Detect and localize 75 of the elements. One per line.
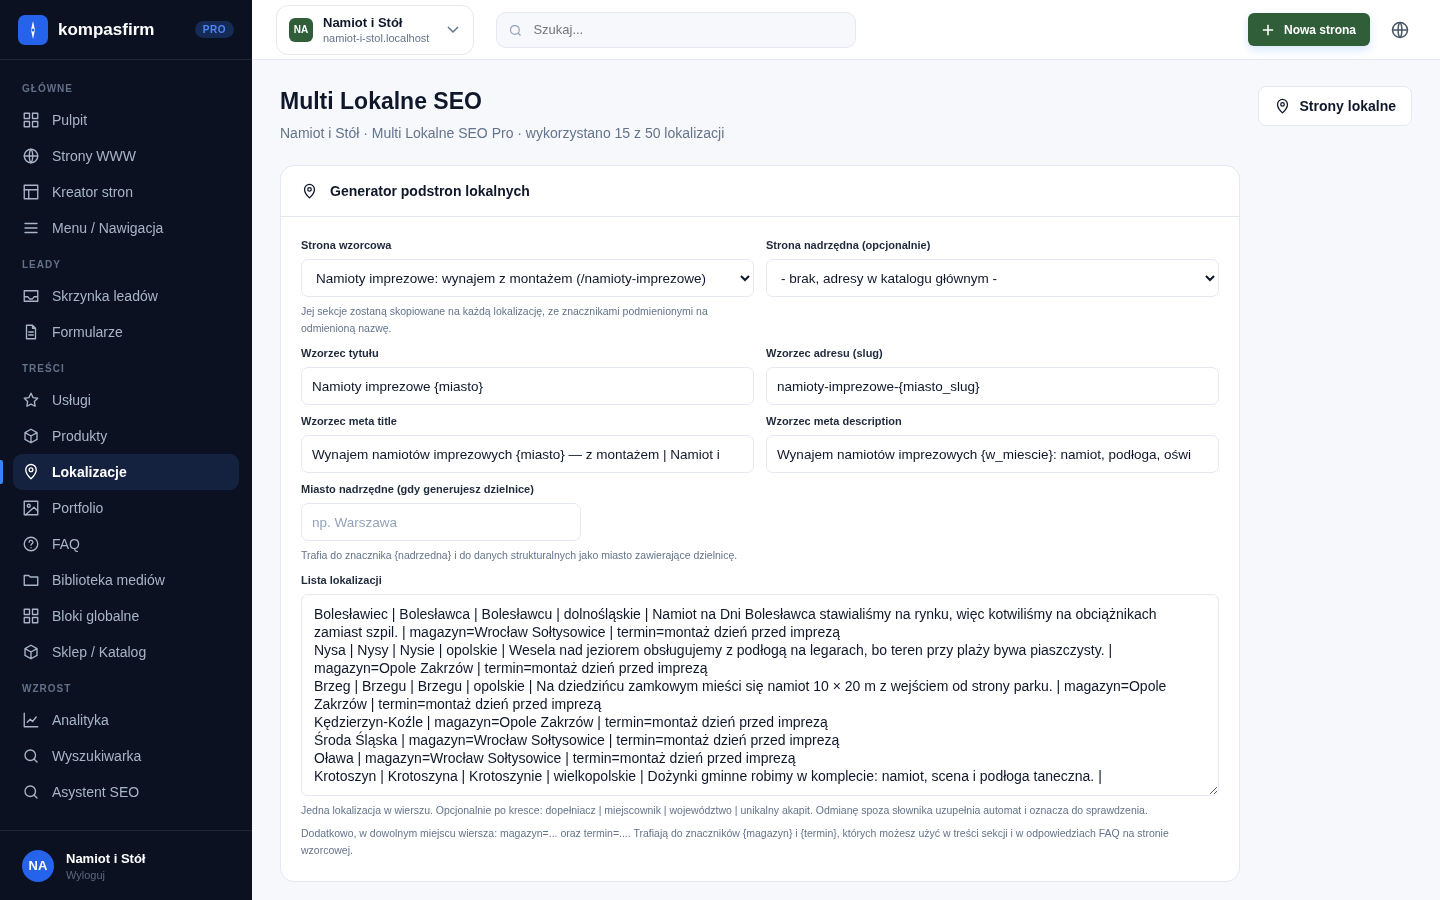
help-icon xyxy=(22,535,40,553)
plus-icon xyxy=(1262,23,1274,36)
compass-logo-icon xyxy=(18,14,48,45)
field-label: Wzorzec adresu (slug) xyxy=(766,347,884,359)
image-icon xyxy=(22,499,40,517)
help-text: Jedna lokalizacja w wierszu. Opcjonalnie po kresce: dopełniacz | miejscownik | województwo | unikalny akapit. Odmianę spoza słownika uzupełnia automat i oznacza do sprawdzenia. xyxy=(301,803,1149,818)
site-domain: namiot-i-stol.localhost xyxy=(323,32,430,44)
user-avatar: NA xyxy=(22,849,54,882)
sidebar-item[interactable]: Biblioteka mediów xyxy=(13,562,239,598)
chart-icon xyxy=(22,711,40,729)
sidebar-item[interactable]: Usługi xyxy=(13,382,239,418)
card-title: Generator podstron lokalnych xyxy=(330,183,530,199)
grid-icon xyxy=(22,111,40,129)
sidebar-item[interactable]: Wyszukiwarka xyxy=(13,738,239,774)
search-field[interactable]: Szukaj... xyxy=(496,11,857,48)
input-field[interactable]: np. Warszawa xyxy=(301,503,581,541)
field-label: Strona nadrzędna (opcjonalnie) xyxy=(766,239,932,251)
inbox-icon xyxy=(22,287,40,305)
sidebar-item[interactable]: Kreator stron xyxy=(13,174,239,210)
sidebar-item[interactable]: Analityka xyxy=(13,702,239,738)
sidebar-item[interactable]: Menu / Nawigacja xyxy=(13,210,239,246)
grid-icon xyxy=(22,607,40,625)
sidebar-item[interactable]: FAQ xyxy=(13,526,239,562)
help-text: Trafia do znacznika {nadrzedna} i do danych strukturalnych jako miasto zawierające dzielnicę. xyxy=(301,548,739,563)
local-pages-button[interactable]: Strony lokalne xyxy=(1257,86,1412,126)
search-icon xyxy=(22,747,40,765)
input-field[interactable]: Namioty imprezowe {miasto} xyxy=(301,367,754,405)
field-label: Wzorzec meta description xyxy=(766,415,903,427)
section-heading: WZROST xyxy=(21,682,73,696)
search-icon xyxy=(22,783,40,801)
site-name: Namiot i Stół xyxy=(323,15,404,30)
sidebar-item[interactable]: Lokalizacje xyxy=(13,454,239,490)
star-icon xyxy=(22,391,40,409)
help-text: Jej sekcje zostaną skopiowane na każdą lokalizację, ze znacznikami podmienionymi na odmienioną nazwę. xyxy=(301,304,709,336)
layout-icon xyxy=(22,183,40,201)
site-avatar: NA xyxy=(289,17,313,42)
sidebar-item[interactable]: Formularze xyxy=(13,314,239,350)
location-pin-icon xyxy=(301,182,318,200)
sidebar-item[interactable]: Strony WWW xyxy=(13,138,239,174)
field-label: Wzorzec tytułu xyxy=(301,347,380,359)
chevron-down-icon xyxy=(447,25,460,34)
locations-textarea[interactable]: Bolesławiec | Bolesławca | Bolesławcu | dolnośląskie | Namiot na Dni Bolesławca stawialiśmy na rynku, więc kotwiliśmy na obciążnikach zamiast szpil. | magazyn=Wrocław Sołtysowice | termin=montaż dzień przed imprezą Nysa | Nysy | Nysie | opolskie | Wesela nad jeziorem obsługujemy z podłogą na legarach, bo teren przy plaży bywa piaszczysty. | magazyn=Opole Zakrzów | termin=montaż dzień przed imprezą Brzeg | Brzegu | Brzegu | opolskie | Na dziedzińcu zamkowym mieści się namiot 10 × 20 m z wejściem od strony parku. | magazyn=Opole Zakrzów | termin=montaż dzień przed imprezą Kędzierzyn-Koźle | magazyn=Opole Zakrzów | termin=montaż dzień przed imprezą Środa Śląska | magazyn=Wrocław Sołtysowice | termin=montaż dzień przed imprezą Oława | magazyn=Wrocław Sołtysowice | termin=montaż dzień przed imprezą Krotoszyn | Krotoszyna | Krotoszynie | wielkopolskie | Dożynki gminne robimy w komplecie: namiot, scena i podłoga taneczna. | xyxy=(301,594,1219,796)
location-pin-icon xyxy=(22,463,40,481)
brand-name: kompasfirm xyxy=(58,19,156,40)
field-label: Wzorzec meta title xyxy=(301,415,398,427)
sidebar-item[interactable]: Skrzynka leadów xyxy=(13,278,239,314)
select-field[interactable]: Namioty imprezowe: wynajem z montażem (/namioty-imprezowe) xyxy=(301,259,754,297)
field-label: Strona wzorcowa xyxy=(301,239,393,251)
sidebar-item[interactable]: Portfolio xyxy=(13,490,239,526)
globe-icon xyxy=(22,147,40,165)
box-icon xyxy=(22,643,40,661)
field-label: Miasto nadrzędne (gdy generujesz dzielnice) xyxy=(301,483,535,495)
globe-icon[interactable] xyxy=(1390,19,1410,40)
input-field[interactable]: namioty-imprezowe-{miasto_slug} xyxy=(766,367,1219,405)
new-page-button[interactable]: Nowa strona xyxy=(1248,13,1370,46)
page-subtitle: Namiot i Stół · Multi Lokalne SEO Pro · wykorzystano 15 z 50 lokalizacji xyxy=(280,125,725,141)
page-title: Multi Lokalne SEO xyxy=(280,88,483,115)
sidebar-item[interactable]: Produkty xyxy=(13,418,239,454)
section-heading: LEADY xyxy=(21,258,62,272)
select-field[interactable]: - brak, adresy w katalogu głównym - xyxy=(766,259,1219,297)
box-icon xyxy=(22,427,40,445)
section-heading: TREŚCI xyxy=(21,361,66,376)
sidebar-item[interactable]: Bloki globalne xyxy=(13,598,239,634)
sidebar-item[interactable]: Pulpit xyxy=(13,102,239,138)
sidebar-item[interactable]: Sklep / Katalog xyxy=(13,634,239,670)
user-name: Namiot i Stół xyxy=(66,850,146,866)
input-field[interactable]: Wynajem namiotów imprezowych {w_miescie}: namiot, podłoga, oświ xyxy=(766,435,1219,473)
site-switcher[interactable]: NA Namiot i Stół namiot-i-stol.localhost xyxy=(276,4,475,55)
help-text: Dodatkowo, w dowolnym miejscu wiersza: magazyn=... oraz termin=.... Trafiają do znaczników {magazyn} i {termin}, których możesz użyć w treści sekcji i w odpowiedziach FAQ na stronie wzorcowej. xyxy=(301,826,1170,858)
sidebar-item[interactable]: Asystent SEO xyxy=(13,774,239,810)
plan-badge: PRO xyxy=(194,21,234,38)
field-label: Lista lokalizacji xyxy=(301,574,383,586)
section-heading: GŁÓWNE xyxy=(21,81,74,96)
active-indicator xyxy=(0,460,3,484)
input-field[interactable]: Wynajem namiotów imprezowych {miasto} — z montażem | Namiot i xyxy=(301,435,754,473)
